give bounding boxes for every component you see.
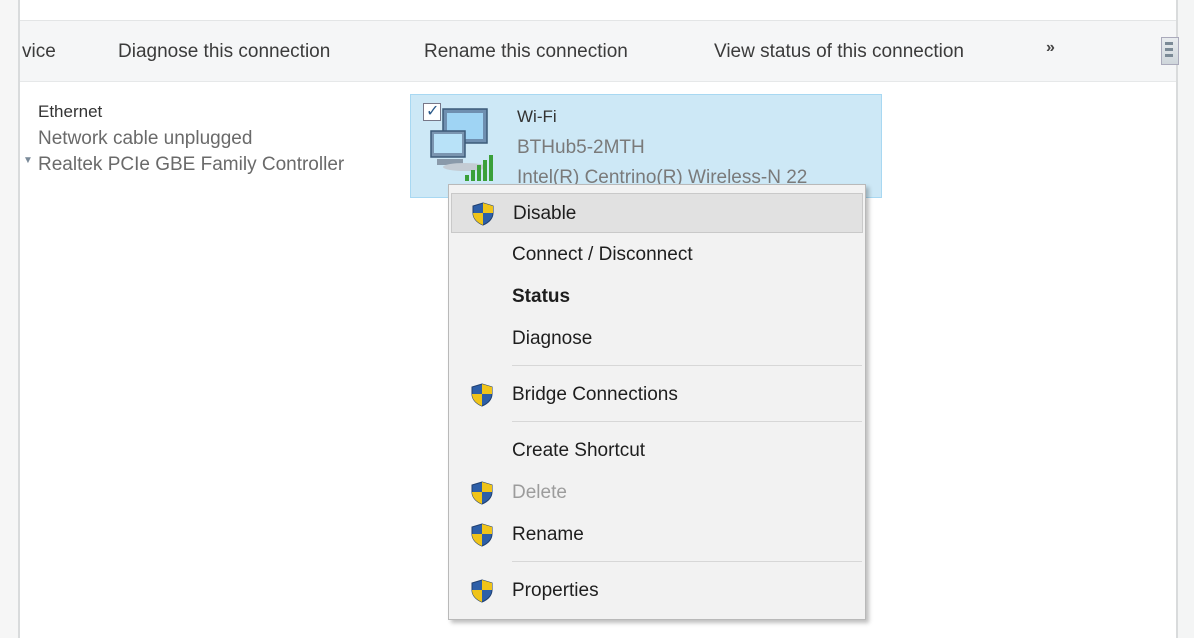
menu-separator <box>512 365 862 366</box>
ethernet-name: Ethernet <box>38 102 103 121</box>
menu-separator <box>512 561 862 562</box>
menu-item-label: Properties <box>512 580 599 601</box>
menu-item-properties[interactable]: Properties <box>451 571 863 611</box>
toolbar-diagnose-button[interactable]: Diagnose this connection <box>118 41 330 63</box>
address-area <box>20 0 1176 21</box>
ethernet-status: Network cable unplugged <box>38 128 253 149</box>
uac-shield-icon <box>471 383 493 407</box>
checkbox-icon[interactable] <box>423 101 441 121</box>
ethernet-connection-item[interactable]: Ethernet Network cable unplugged Realtek… <box>38 102 344 176</box>
network-connections-window: vice Diagnose this connection Rename thi… <box>0 0 1194 638</box>
menu-item-diagnose[interactable]: Diagnose <box>451 319 863 359</box>
wifi-ssid: BTHub5-2MTH <box>517 137 645 158</box>
menu-item-label: Status <box>512 286 571 307</box>
uac-shield-icon <box>471 523 493 547</box>
window-right-border <box>1176 0 1178 638</box>
menu-separator <box>512 421 862 422</box>
window-left-margin <box>0 0 18 638</box>
toolbar-more-button[interactable]: » <box>1046 39 1055 57</box>
wifi-name: Wi-Fi <box>517 107 557 126</box>
command-bar: vice Diagnose this connection Rename thi… <box>20 21 1179 82</box>
menu-item-label: Rename <box>512 524 584 545</box>
wifi-signal-icon <box>465 155 493 181</box>
toolbar-view-status-button[interactable]: View status of this connection <box>714 41 964 63</box>
window-left-border <box>18 0 20 638</box>
menu-item-label: Disable <box>513 203 577 224</box>
ethernet-adapter: Realtek PCIe GBE Family Controller <box>38 154 345 175</box>
menu-item-delete: Delete <box>451 473 863 513</box>
context-menu: Disable Connect / Disconnect Status Diag… <box>448 184 866 620</box>
uac-shield-icon <box>471 579 493 603</box>
menu-item-create-shortcut[interactable]: Create Shortcut <box>451 431 863 471</box>
menu-item-rename[interactable]: Rename <box>451 515 863 555</box>
menu-item-disable[interactable]: Disable <box>451 193 863 233</box>
view-options-icon[interactable] <box>1161 37 1179 65</box>
ethernet-indicator-icon: ▼ <box>23 155 33 166</box>
menu-item-status[interactable]: Status <box>451 277 863 317</box>
menu-item-label: Diagnose <box>512 328 593 349</box>
window-right-margin <box>1178 0 1194 638</box>
menu-item-label: Bridge Connections <box>512 384 678 405</box>
menu-item-connect-disconnect[interactable]: Connect / Disconnect <box>451 235 863 275</box>
uac-shield-icon <box>472 202 494 226</box>
uac-shield-icon <box>471 481 493 505</box>
menu-item-bridge-connections[interactable]: Bridge Connections <box>451 375 863 415</box>
menu-item-label: Create Shortcut <box>512 440 646 461</box>
menu-item-label: Connect / Disconnect <box>512 244 693 265</box>
toolbar-rename-button[interactable]: Rename this connection <box>424 41 628 63</box>
toolbar-disable-device-button[interactable]: vice <box>22 41 56 63</box>
wifi-connection-item[interactable]: Wi-Fi BTHub5-2MTH Intel(R) Centrino(R) W… <box>410 94 882 198</box>
menu-item-label: Delete <box>512 482 567 503</box>
